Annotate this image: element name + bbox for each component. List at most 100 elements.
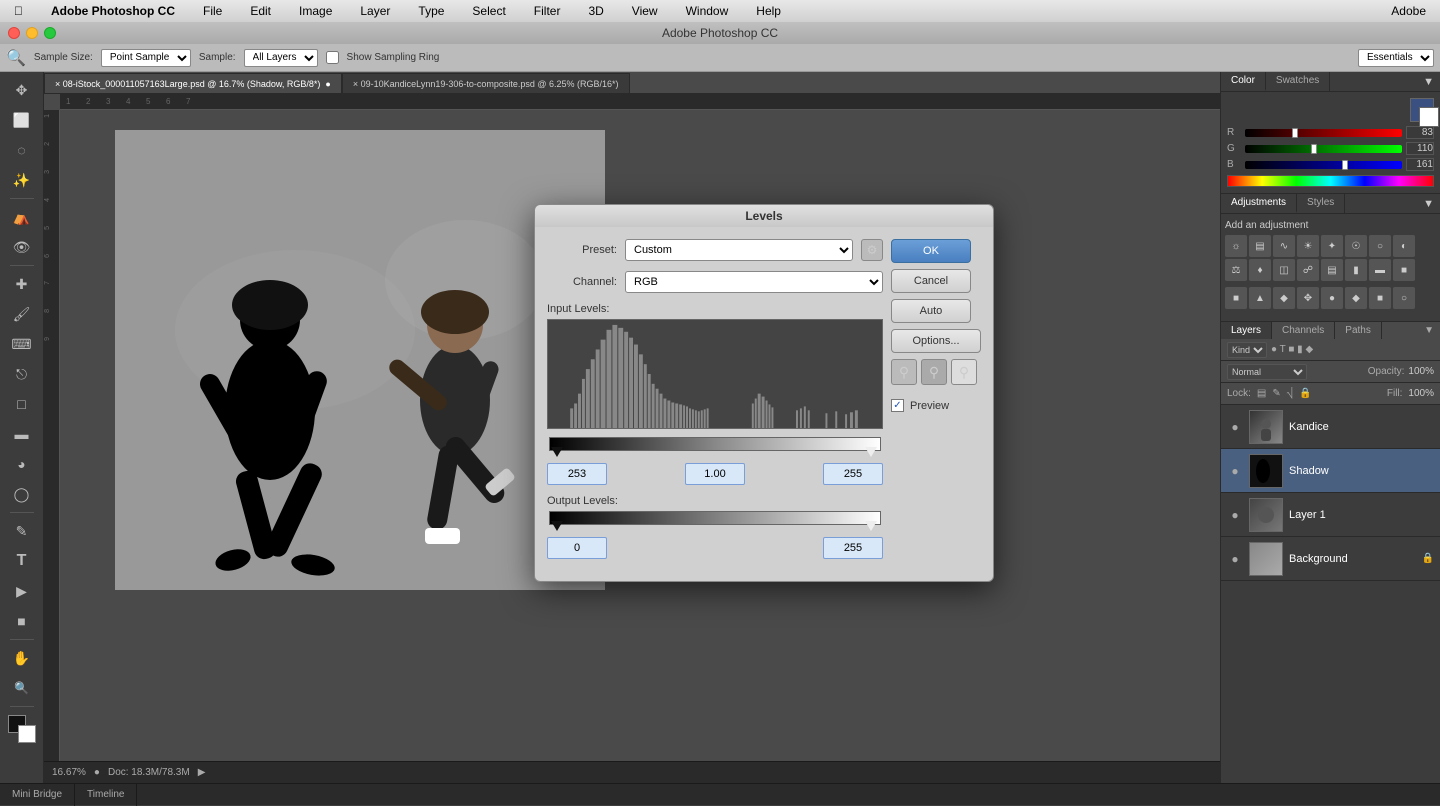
channels-tab[interactable]: Channels (1272, 322, 1335, 339)
black-point-eyedropper[interactable]: ⚲ (891, 359, 917, 385)
output-black-field[interactable]: 0 (547, 537, 607, 559)
crop-tool[interactable]: ⛺ (8, 203, 36, 231)
exposure-adj-icon[interactable]: ☀ (1297, 235, 1319, 257)
gradient-tool[interactable]: ▬ (8, 420, 36, 448)
lock-all-icon[interactable]: 🔒 (1299, 388, 1311, 399)
image-menu[interactable]: Image (293, 2, 338, 20)
lasso-tool[interactable]: ◌ (8, 136, 36, 164)
adj-icon-2-8[interactable]: ○ (1393, 287, 1415, 309)
layer-kandice-eye[interactable]: ● (1227, 420, 1243, 434)
timeline-tab[interactable]: Timeline (75, 784, 137, 806)
color-swatches[interactable] (8, 715, 36, 743)
brush-tool[interactable]: 🖌 (8, 300, 36, 328)
edit-menu[interactable]: Edit (244, 2, 277, 20)
levels-adj-icon[interactable]: ▤ (1249, 235, 1271, 257)
input-white-field[interactable]: 255 (823, 463, 883, 485)
lock-image-icon[interactable]: ✎ (1272, 388, 1280, 399)
all-layers-select[interactable]: All Layers (244, 49, 318, 67)
filter-menu[interactable]: Filter (528, 2, 567, 20)
preset-gear-button[interactable]: ⚙ (861, 239, 883, 261)
input-black-slider[interactable] (551, 447, 563, 457)
healing-tool[interactable]: ✚ (8, 270, 36, 298)
colorlookup-adj-icon[interactable]: ◫ (1273, 259, 1295, 281)
layer-background-eye[interactable]: ● (1227, 552, 1243, 566)
bw-adj-icon[interactable]: ◐ (1393, 235, 1415, 257)
adj-panel-collapse[interactable]: ▼ (1423, 194, 1440, 213)
text-tool[interactable]: T (8, 547, 36, 575)
adj-icon-2-5[interactable]: ● (1321, 287, 1343, 309)
invert-adj-icon[interactable]: ☍ (1297, 259, 1319, 281)
layer-menu[interactable]: Layer (354, 2, 396, 20)
hand-tool[interactable]: ✋ (8, 644, 36, 672)
adjustments-tab[interactable]: Adjustments (1221, 194, 1297, 213)
blur-tool[interactable]: ◕ (8, 450, 36, 478)
dodge-tool[interactable]: ◯ (8, 480, 36, 508)
path-selection-tool[interactable]: ▶ (8, 577, 36, 605)
show-sampling-checkbox[interactable] (326, 51, 339, 64)
curves-adj-icon[interactable]: ∿ (1273, 235, 1295, 257)
color-spectrum-bar[interactable] (1227, 175, 1434, 187)
fg-color-swatch[interactable] (1410, 98, 1434, 122)
view-menu[interactable]: View (626, 2, 664, 20)
essentials-select[interactable]: Essentials (1358, 49, 1434, 67)
file-menu[interactable]: File (197, 2, 228, 20)
layer-shadow[interactable]: ● Shadow (1221, 449, 1440, 493)
adj-icon-2-1[interactable]: ■ (1225, 287, 1247, 309)
selection-tool[interactable]: ⬜ (8, 106, 36, 134)
selectivecolor-adj-icon[interactable]: ■ (1393, 259, 1415, 281)
layer-background[interactable]: ● Background 🔒 (1221, 537, 1440, 581)
photofilter-adj-icon[interactable]: ⚖ (1225, 259, 1247, 281)
history-tool[interactable]: ⎋ (8, 360, 36, 388)
layer-1-eye[interactable]: ● (1227, 508, 1243, 522)
posterize-adj-icon[interactable]: ▤ (1321, 259, 1343, 281)
background-color[interactable] (18, 725, 36, 743)
zoom-tool[interactable]: 🔍 (8, 674, 36, 702)
g-slider-thumb[interactable] (1311, 144, 1317, 154)
b-slider-thumb[interactable] (1342, 160, 1348, 170)
channel-select[interactable]: RGB (625, 271, 883, 293)
layers-collapse[interactable]: ▼ (1424, 322, 1440, 339)
adj-icon-2-6[interactable]: ◆ (1345, 287, 1367, 309)
eraser-tool[interactable]: □ (8, 390, 36, 418)
wand-tool[interactable]: ✨ (8, 166, 36, 194)
threshold-adj-icon[interactable]: ▮ (1345, 259, 1367, 281)
output-white-slider[interactable] (865, 521, 877, 531)
tab-1[interactable]: × 08-iStock_000011057163Large.psd @ 16.7… (44, 73, 342, 93)
lock-transparent-icon[interactable]: ▤ (1257, 388, 1266, 399)
g-value-input[interactable]: 110 (1406, 142, 1434, 155)
cancel-button[interactable]: Cancel (891, 269, 971, 293)
maximize-button[interactable] (44, 27, 56, 39)
brightness-adj-icon[interactable]: ☼ (1225, 235, 1247, 257)
white-point-eyedropper[interactable]: ⚲ (951, 359, 977, 385)
paths-tab[interactable]: Paths (1335, 322, 1382, 339)
layer-shadow-eye[interactable]: ● (1227, 464, 1243, 478)
input-white-slider[interactable] (865, 447, 877, 457)
gradient-map-adj-icon[interactable]: ▬ (1369, 259, 1391, 281)
kind-filter-select[interactable]: Kind (1227, 342, 1267, 358)
apple-menu[interactable]:  (8, 2, 29, 20)
r-value-input[interactable]: 83 (1406, 126, 1434, 139)
hsl-adj-icon[interactable]: ☉ (1345, 235, 1367, 257)
photoshop-menu[interactable]: Adobe Photoshop CC (45, 2, 181, 20)
layers-tab[interactable]: Layers (1221, 322, 1272, 339)
minimize-button[interactable] (26, 27, 38, 39)
input-gamma-field[interactable]: 1.00 (685, 463, 745, 485)
select-menu[interactable]: Select (466, 2, 511, 20)
adj-icon-2-4[interactable]: ✥ (1297, 287, 1319, 309)
type-menu[interactable]: Type (412, 2, 450, 20)
sample-size-select[interactable]: Point Sample (101, 49, 191, 67)
input-black-field[interactable]: 253 (547, 463, 607, 485)
blend-mode-select[interactable]: Normal (1227, 364, 1307, 380)
mini-bridge-tab[interactable]: Mini Bridge (0, 784, 75, 806)
pen-tool[interactable]: ✎ (8, 517, 36, 545)
gray-point-eyedropper[interactable]: ⚲ (921, 359, 947, 385)
output-black-slider[interactable] (551, 521, 563, 531)
r-slider-thumb[interactable] (1292, 128, 1298, 138)
shape-tool[interactable]: ■ (8, 607, 36, 635)
layer-kandice[interactable]: ● Kandice (1221, 405, 1440, 449)
adj-icon-2-7[interactable]: ■ (1369, 287, 1391, 309)
layer-1[interactable]: ● Layer 1 (1221, 493, 1440, 537)
tab-2[interactable]: × 09-10KandiceLynn19-306-to-composite.ps… (342, 73, 630, 93)
auto-button[interactable]: Auto (891, 299, 971, 323)
lock-position-icon[interactable]: ⎷ (1287, 388, 1294, 399)
